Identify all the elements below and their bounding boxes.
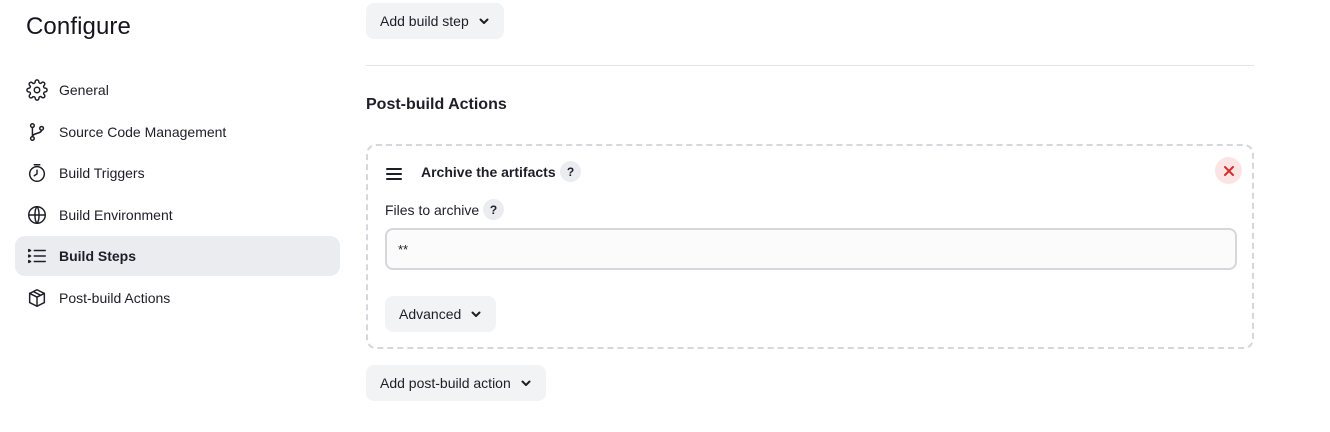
- list-icon: [26, 245, 48, 267]
- files-to-archive-input[interactable]: [385, 228, 1237, 270]
- sidebar-item-source-code-management[interactable]: Source Code Management: [15, 112, 340, 152]
- archive-artifacts-card: Archive the artifacts ? Files to archive…: [366, 144, 1254, 349]
- chevron-down-icon: [478, 15, 490, 27]
- timer-icon: [26, 162, 48, 184]
- advanced-label: Advanced: [399, 306, 462, 322]
- sidebar-item-build-environment[interactable]: Build Environment: [15, 195, 340, 235]
- sidebar-item-post-build-actions[interactable]: Post-build Actions: [15, 278, 340, 318]
- sidebar-item-label: Post-build Actions: [59, 289, 171, 306]
- sidebar-item-label: Build Triggers: [59, 165, 145, 182]
- drag-handle-icon[interactable]: [386, 168, 402, 180]
- help-icon[interactable]: ?: [483, 199, 504, 220]
- git-branch-icon: [26, 121, 48, 143]
- sidebar-item-label: Build Environment: [59, 206, 173, 223]
- help-icon[interactable]: ?: [560, 161, 581, 182]
- package-icon: [26, 287, 48, 309]
- card-title: Archive the artifacts: [421, 164, 556, 180]
- files-to-archive-label: Files to archive: [385, 202, 480, 218]
- add-post-build-action-button[interactable]: Add post-build action: [366, 365, 546, 401]
- close-icon[interactable]: [1215, 157, 1242, 184]
- sidebar-item-general[interactable]: General: [15, 70, 340, 110]
- sidebar-item-build-triggers[interactable]: Build Triggers: [15, 153, 340, 193]
- add-build-step-label: Add build step: [380, 13, 469, 29]
- section-divider: [366, 65, 1254, 66]
- gear-icon: [26, 79, 48, 101]
- advanced-button[interactable]: Advanced: [385, 296, 497, 332]
- page-title: Configure: [26, 13, 131, 40]
- sidebar-item-build-steps[interactable]: Build Steps: [15, 236, 340, 277]
- add-build-step-button[interactable]: Add build step: [366, 3, 504, 39]
- sidebar-item-label: Source Code Management: [59, 123, 227, 140]
- add-post-build-action-label: Add post-build action: [380, 375, 511, 391]
- chevron-down-icon: [470, 308, 482, 320]
- sidebar-item-label: General: [59, 82, 109, 98]
- globe-icon: [26, 204, 48, 226]
- post-build-section-title: Post-build Actions: [366, 96, 507, 113]
- sidebar: General Source Code Management Build Tri…: [15, 70, 340, 320]
- chevron-down-icon: [520, 377, 532, 389]
- sidebar-item-label: Build Steps: [59, 248, 137, 265]
